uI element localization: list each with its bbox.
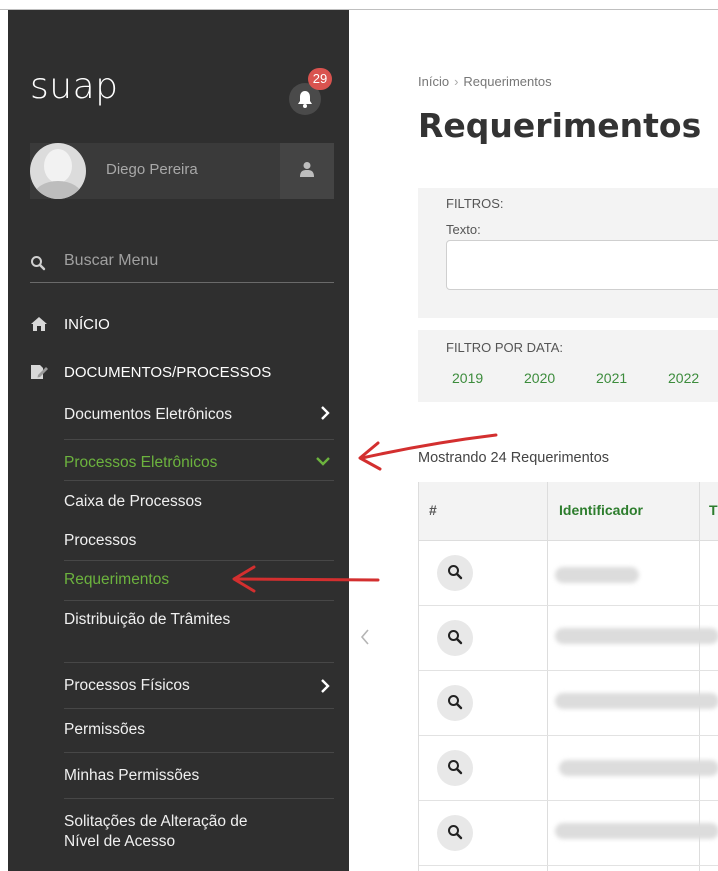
annotation-arrow: [232, 565, 380, 593]
top-border: [0, 0, 718, 10]
user-icon: [300, 162, 314, 177]
table-row[interactable]: [419, 736, 718, 801]
year-filter-link[interactable]: 2021: [596, 370, 627, 386]
table-row[interactable]: [419, 801, 718, 866]
sidebar-item-permissoes[interactable]: Permissões: [64, 708, 334, 747]
text-filter-input[interactable]: [446, 240, 718, 290]
chevron-down-icon: [316, 457, 330, 466]
sidebar-item-label: Caixa de Processos: [64, 493, 202, 510]
results-table: # Identificador T: [418, 482, 718, 871]
chevron-right-icon: [321, 406, 330, 420]
sidebar-item-label: Requerimentos: [64, 571, 170, 588]
search-icon: [448, 630, 463, 645]
sidebar-section-label: INÍCIO: [64, 316, 110, 333]
breadcrumb-current: Requerimentos: [463, 74, 552, 89]
menu-search[interactable]: Buscar Menu: [30, 250, 334, 283]
sidebar-item-processos[interactable]: Processos: [64, 532, 334, 558]
sidebar-item-caixa-de-processos[interactable]: Caixa de Processos: [64, 480, 334, 519]
collapse-sidebar-icon[interactable]: [360, 628, 370, 646]
table-header: # Identificador T: [419, 482, 718, 541]
bell-icon: [298, 91, 312, 108]
menu-search-input[interactable]: Buscar Menu: [64, 252, 158, 270]
search-icon: [31, 256, 46, 271]
year-filter-link[interactable]: 2020: [524, 370, 555, 386]
filters-label: FILTROS:: [446, 196, 504, 211]
search-icon: [448, 565, 463, 580]
column-header[interactable]: T: [709, 502, 718, 518]
document-edit-icon: [31, 365, 48, 379]
sidebar-item-label: Processos Eletrônicos: [64, 454, 218, 471]
sidebar-item-minhas-permissoes[interactable]: Minhas Permissões: [64, 752, 334, 793]
annotation-arrow: [358, 433, 498, 471]
sidebar-section-inicio[interactable]: INÍCIO: [30, 316, 330, 336]
column-header: #: [429, 502, 437, 518]
table-row[interactable]: [419, 606, 718, 671]
sidebar-item-label: Nível de Acesso: [64, 833, 176, 850]
sidebar-item-documentos-eletronicos[interactable]: Documentos Eletrônicos: [64, 406, 334, 434]
view-button[interactable]: [437, 555, 473, 591]
filters-panel: FILTROS: Texto:: [418, 188, 718, 318]
date-filter-panel: FILTRO POR DATA: 2019 2020 2021 2022: [418, 330, 718, 402]
view-button[interactable]: [437, 620, 473, 656]
search-icon: [448, 695, 463, 710]
sidebar-item-solicitacoes-alteracao-nivel-acesso[interactable]: Solitações de Alteração de Nível de Aces…: [64, 798, 334, 859]
redacted-value: [555, 823, 718, 839]
breadcrumb-separator: ›: [454, 74, 459, 89]
sidebar-section-label: DOCUMENTOS/PROCESSOS: [64, 364, 272, 381]
search-icon: [448, 825, 463, 840]
redacted-value: [555, 693, 718, 709]
year-filter-link[interactable]: 2022: [668, 370, 699, 386]
column-header[interactable]: Identificador: [559, 502, 643, 518]
home-icon: [31, 317, 47, 331]
breadcrumb-home-link[interactable]: Início: [418, 74, 449, 89]
sidebar: suap 29 Diego Pereira Buscar Menu INÍCIO: [8, 10, 349, 871]
view-button[interactable]: [437, 815, 473, 851]
chevron-right-icon: [321, 679, 330, 693]
redacted-value: [555, 628, 718, 644]
avatar: [30, 143, 86, 199]
sidebar-section-documentos-processos[interactable]: DOCUMENTOS/PROCESSOS: [30, 364, 330, 384]
breadcrumb: Início › Requerimentos: [418, 74, 552, 89]
sidebar-item-label: Minhas Permissões: [64, 767, 200, 784]
sidebar-item-label: Processos: [64, 532, 137, 549]
view-button[interactable]: [437, 685, 473, 721]
user-menu-button[interactable]: [280, 143, 334, 199]
table-row[interactable]: [419, 541, 718, 606]
search-icon: [448, 760, 463, 775]
sidebar-item-label: Solitações de Alteração de: [64, 813, 248, 830]
sidebar-item-distribuicao-de-tramites[interactable]: Distribuição de Trâmites: [64, 600, 334, 637]
sidebar-item-processos-fisicos[interactable]: Processos Físicos: [64, 662, 334, 703]
user-profile[interactable]: Diego Pereira: [30, 143, 334, 199]
table-row[interactable]: [419, 671, 718, 736]
sidebar-item-processos-eletronicos[interactable]: Processos Eletrônicos: [64, 439, 334, 478]
date-filter-label: FILTRO POR DATA:: [446, 340, 564, 355]
redacted-value: [559, 760, 718, 776]
text-filter-label: Texto:: [446, 222, 481, 237]
sidebar-item-label: Documentos Eletrônicos: [64, 406, 232, 423]
year-filter-link[interactable]: 2019: [452, 370, 483, 386]
app-logo[interactable]: suap: [30, 66, 118, 107]
sidebar-item-label: Processos Físicos: [64, 677, 190, 694]
page-title: Requerimentos: [418, 106, 702, 145]
redacted-value: [555, 567, 639, 583]
notification-count-badge: 29: [308, 68, 332, 90]
view-button[interactable]: [437, 750, 473, 786]
sidebar-item-label: Distribuição de Trâmites: [64, 611, 231, 628]
sidebar-item-label: Permissões: [64, 721, 145, 738]
user-name: Diego Pereira: [106, 161, 198, 178]
